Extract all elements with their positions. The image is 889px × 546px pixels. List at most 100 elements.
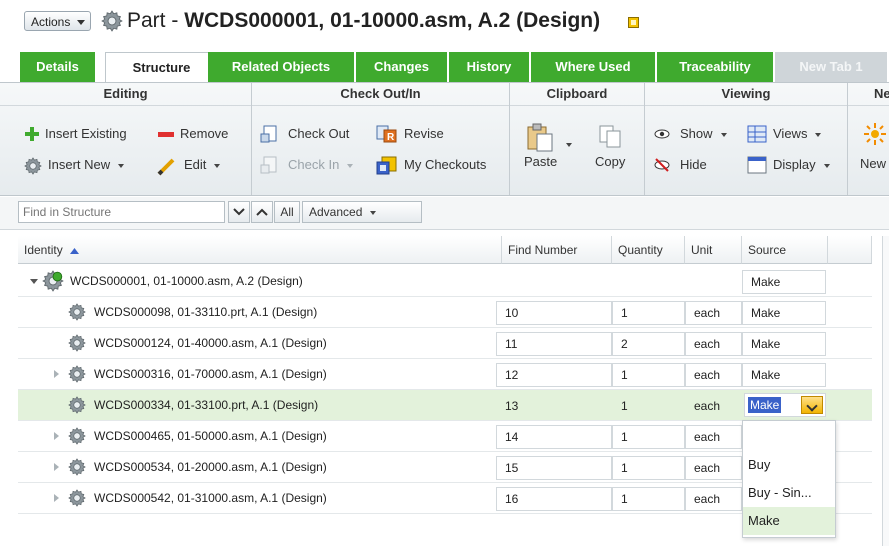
find-number-cell[interactable]: 10 [496,301,612,325]
expand-arrow-icon[interactable] [54,432,59,440]
unit-cell[interactable]: each [685,487,742,511]
source-option-buy-single[interactable]: Buy - Sin... [743,479,835,507]
find-number-cell[interactable]: 14 [496,425,612,449]
insert-existing-label: Insert Existing [45,126,127,141]
copy-button[interactable]: Copy [595,119,635,175]
part-gear-icon [68,396,86,414]
my-checkouts-label: My Checkouts [404,157,487,172]
unit-cell[interactable]: each [685,456,742,480]
checkout-status-icon[interactable] [628,17,639,28]
dropdown-arrow-icon[interactable] [801,396,823,414]
chevron-down-icon [566,143,572,147]
paste-button[interactable]: Paste [524,119,580,175]
tab-history[interactable]: History [449,52,531,82]
column-header-unit[interactable]: Unit [685,236,742,264]
group-title-clipboard: Clipboard [510,83,644,106]
column-header-identity[interactable]: Identity [18,236,502,264]
tab-traceability[interactable]: Traceability [657,52,775,82]
source-option-make[interactable]: Make [743,507,835,535]
tab-new-tab-1[interactable]: New Tab 1 [775,52,889,82]
chevron-down-icon [233,208,245,216]
column-header-find-number[interactable]: Find Number [502,236,612,264]
tab-changes[interactable]: Changes [356,52,449,82]
check-in-button[interactable]: Check In [260,154,354,176]
quantity-cell[interactable]: 1 [612,363,685,387]
unit-cell[interactable]: each [685,363,742,387]
column-header-source[interactable]: Source [742,236,828,264]
column-header-filler [828,236,872,264]
table-row[interactable]: WCDS000124, 01-40000.asm, A.1 (Design) 1… [18,328,872,359]
remove-label: Remove [180,126,229,141]
remove-button[interactable]: Remove [158,123,228,145]
expand-arrow-icon[interactable] [54,494,59,502]
tab-where-used[interactable]: Where Used [531,52,657,82]
identity-cell: WCDS000098, 01-33110.prt, A.1 (Design) [94,305,318,319]
advanced-search-button[interactable]: Advanced [302,201,422,223]
quantity-cell[interactable]: 1 [612,456,685,480]
expand-arrow-icon[interactable] [54,370,59,378]
actions-menu-button[interactable]: Actions [24,11,92,31]
source-select[interactable]: Make [744,393,826,417]
find-previous-button[interactable] [251,201,273,223]
edit-button[interactable]: Edit [156,154,221,176]
check-in-icon [260,156,277,174]
find-number-cell[interactable]: 15 [496,456,612,480]
table-row[interactable]: WCDS000001, 01-10000.asm, A.2 (Design) M… [18,266,872,297]
right-pane-edge [882,236,889,546]
source-cell[interactable]: Make [742,270,826,294]
ribbon-group-clipboard: Clipboard Paste Copy [510,83,645,195]
find-in-structure-input[interactable] [18,201,225,223]
source-option-blank[interactable] [743,423,835,451]
source-cell[interactable]: Make [742,332,826,356]
tab-bar: Details Structure Related Objects Change… [20,52,889,82]
source-dropdown-list: Buy Buy - Sin... Make [742,420,836,538]
revise-button[interactable]: R Revise [376,123,444,145]
insert-existing-button[interactable]: Insert Existing [25,123,127,145]
hide-button[interactable]: Hide [654,154,707,176]
revise-icon: R [376,125,397,143]
find-bar: All Advanced [0,197,889,230]
tab-details[interactable]: Details [20,52,97,82]
svg-text:R: R [387,132,395,143]
unit-cell[interactable]: each [685,332,742,356]
title-prefix: Part - [127,9,185,32]
group-title-editing: Editing [0,83,251,106]
show-button[interactable]: Show [654,123,727,145]
source-cell[interactable]: Make [742,301,826,325]
source-option-buy[interactable]: Buy [743,451,835,479]
quantity-cell[interactable]: 1 [612,487,685,511]
find-all-button[interactable]: All [274,201,300,223]
find-number-cell[interactable]: 16 [496,487,612,511]
new-sparkle-icon [864,123,886,145]
quantity-cell[interactable]: 2 [612,332,685,356]
quantity-cell[interactable]: 1 [612,425,685,449]
tab-structure[interactable]: Structure [105,52,218,82]
tab-related-objects[interactable]: Related Objects [208,52,356,82]
unit-cell[interactable]: each [685,394,742,418]
views-button[interactable]: Views [747,123,822,145]
my-checkouts-button[interactable]: My Checkouts [376,154,486,176]
find-number-cell[interactable]: 12 [496,363,612,387]
check-out-button[interactable]: Check Out [260,123,349,145]
chevron-down-icon [118,163,125,168]
find-number-cell[interactable]: 13 [496,394,612,418]
unit-cell[interactable]: each [685,301,742,325]
table-row[interactable]: WCDS000316, 01-70000.asm, A.1 (Design) 1… [18,359,872,390]
find-next-button[interactable] [228,201,250,223]
display-button[interactable]: Display [747,154,830,176]
collapse-arrow-icon[interactable] [30,279,38,284]
source-cell[interactable]: Make [742,363,826,387]
table-row[interactable]: WCDS000098, 01-33110.prt, A.1 (Design) 1… [18,297,872,328]
my-checkouts-icon [376,156,397,175]
insert-new-button[interactable]: Insert New [24,154,125,176]
unit-cell[interactable]: each [685,425,742,449]
part-gear-icon [101,10,123,32]
check-out-label: Check Out [288,126,350,141]
quantity-cell[interactable]: 1 [612,394,685,418]
expand-arrow-icon[interactable] [54,463,59,471]
column-header-quantity[interactable]: Quantity [612,236,685,264]
new-button[interactable]: New [860,119,889,175]
quantity-cell[interactable]: 1 [612,301,685,325]
find-number-cell[interactable]: 11 [496,332,612,356]
hide-eye-icon [654,158,670,172]
